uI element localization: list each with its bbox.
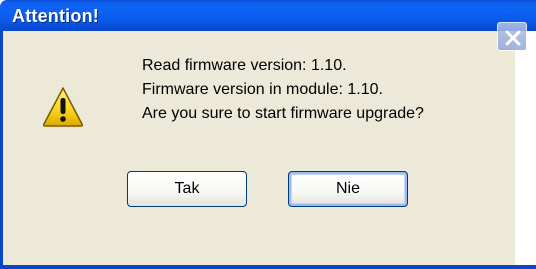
dialog-body: Read firmware version: 1.10. Firmware ve… <box>0 31 536 269</box>
message-text: Read firmware version: 1.10. Firmware ve… <box>142 54 424 126</box>
message-line: Read firmware version: 1.10. <box>142 57 347 74</box>
warning-icon <box>42 87 84 127</box>
no-button[interactable]: Nie <box>288 171 408 207</box>
close-button[interactable] <box>497 22 527 51</box>
attention-dialog: Attention! Read firmware version: 1.10. … <box>0 0 536 269</box>
yes-button[interactable]: Tak <box>127 171 247 207</box>
dialog-title: Attention! <box>12 6 99 26</box>
window-bottom-border <box>0 265 536 269</box>
message-line: Firmware version in module: 1.10. <box>142 81 383 98</box>
window-edge <box>515 31 536 269</box>
title-bar[interactable]: Attention! <box>0 0 536 31</box>
close-icon <box>505 30 521 46</box>
message-line: Are you sure to start firmware upgrade? <box>142 105 424 122</box>
